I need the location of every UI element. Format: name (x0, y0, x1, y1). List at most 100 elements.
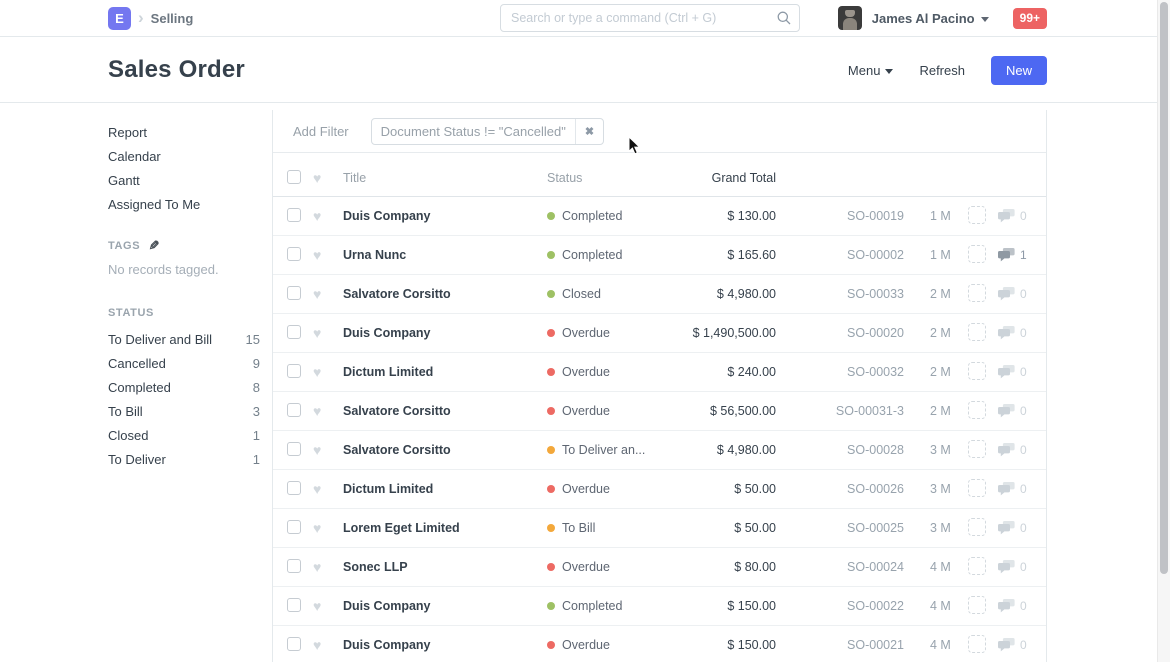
table-row[interactable]: ♥ Salvatore Corsitto Overdue $ 56,500.00… (273, 392, 1046, 431)
heart-icon[interactable]: ♥ (313, 325, 321, 341)
row-title[interactable]: Duis Company (343, 209, 547, 223)
comment-indicator[interactable]: 0 (998, 638, 1048, 652)
comment-indicator[interactable]: 0 (998, 560, 1048, 574)
sidebar-status-item[interactable]: To Deliver 1 (108, 447, 260, 471)
row-title[interactable]: Urna Nunc (343, 248, 547, 262)
app-logo[interactable]: E (108, 7, 131, 30)
assign-placeholder[interactable] (968, 362, 986, 380)
sidebar-status-item[interactable]: Closed 1 (108, 423, 260, 447)
table-row[interactable]: ♥ Duis Company Overdue $ 150.00 SO-00021… (273, 626, 1046, 662)
new-button[interactable]: New (991, 56, 1047, 85)
table-row[interactable]: ♥ Dictum Limited Overdue $ 240.00 SO-000… (273, 353, 1046, 392)
assign-placeholder[interactable] (968, 596, 986, 614)
row-checkbox[interactable] (287, 364, 301, 378)
edit-tags-icon[interactable]: ✎ (148, 238, 160, 254)
page-scrollbar[interactable] (1157, 0, 1170, 662)
comment-indicator[interactable]: 1 (998, 248, 1048, 262)
sidebar-view-item[interactable]: Calendar (108, 144, 260, 168)
row-title[interactable]: Duis Company (343, 599, 547, 613)
assign-placeholder[interactable] (968, 440, 986, 458)
heart-icon[interactable]: ♥ (313, 208, 321, 224)
refresh-button[interactable]: Refresh (919, 63, 965, 78)
row-title[interactable]: Lorem Eget Limited (343, 521, 547, 535)
row-checkbox[interactable] (287, 208, 301, 222)
row-id[interactable]: SO-00032 (776, 365, 904, 379)
sidebar-status-item[interactable]: To Bill 3 (108, 399, 260, 423)
sidebar-view-item[interactable]: Report (108, 120, 260, 144)
comment-indicator[interactable]: 0 (998, 326, 1048, 340)
heart-icon[interactable]: ♥ (313, 286, 321, 302)
remove-filter-icon[interactable]: ✖ (575, 119, 603, 144)
comment-indicator[interactable]: 0 (998, 404, 1048, 418)
row-id[interactable]: SO-00022 (776, 599, 904, 613)
add-filter-button[interactable]: Add Filter (293, 124, 349, 139)
row-title[interactable]: Sonec LLP (343, 560, 547, 574)
assign-placeholder[interactable] (968, 323, 986, 341)
menu-button[interactable]: Menu (848, 63, 894, 78)
heart-icon[interactable]: ♥ (313, 364, 321, 380)
heart-icon[interactable]: ♥ (313, 559, 321, 575)
row-id[interactable]: SO-00002 (776, 248, 904, 262)
table-row[interactable]: ♥ Sonec LLP Overdue $ 80.00 SO-00024 4 M… (273, 548, 1046, 587)
row-title[interactable]: Salvatore Corsitto (343, 404, 547, 418)
heart-icon[interactable]: ♥ (313, 520, 321, 536)
sidebar-status-item[interactable]: Completed 8 (108, 375, 260, 399)
sidebar-view-item[interactable]: Assigned To Me (108, 192, 260, 216)
comment-indicator[interactable]: 0 (998, 521, 1048, 535)
user-avatar[interactable] (838, 6, 862, 30)
table-row[interactable]: ♥ Salvatore Corsitto To Deliver an... $ … (273, 431, 1046, 470)
row-title[interactable]: Duis Company (343, 326, 547, 340)
assign-placeholder[interactable] (968, 557, 986, 575)
row-id[interactable]: SO-00024 (776, 560, 904, 574)
row-checkbox[interactable] (287, 442, 301, 456)
row-title[interactable]: Dictum Limited (343, 365, 547, 379)
row-checkbox[interactable] (287, 481, 301, 495)
assign-placeholder[interactable] (968, 518, 986, 536)
row-checkbox[interactable] (287, 403, 301, 417)
breadcrumb[interactable]: Selling (151, 11, 194, 26)
row-id[interactable]: SO-00033 (776, 287, 904, 301)
sidebar-view-item[interactable]: Gantt (108, 168, 260, 192)
heart-icon[interactable]: ♥ (313, 442, 321, 458)
table-row[interactable]: ♥ Duis Company Completed $ 130.00 SO-000… (273, 197, 1046, 236)
assign-placeholder[interactable] (968, 284, 986, 302)
comment-indicator[interactable]: 0 (998, 209, 1048, 223)
row-checkbox[interactable] (287, 559, 301, 573)
row-checkbox[interactable] (287, 637, 301, 651)
row-checkbox[interactable] (287, 286, 301, 300)
user-menu[interactable]: James Al Pacino (872, 11, 989, 26)
row-id[interactable]: SO-00019 (776, 209, 904, 223)
row-checkbox[interactable] (287, 325, 301, 339)
scrollbar-thumb[interactable] (1160, 2, 1168, 574)
row-title[interactable]: Salvatore Corsitto (343, 443, 547, 457)
sidebar-status-item[interactable]: Cancelled 9 (108, 351, 260, 375)
sidebar-status-item[interactable]: To Deliver and Bill 15 (108, 327, 260, 351)
assign-placeholder[interactable] (968, 206, 986, 224)
comment-indicator[interactable]: 0 (998, 599, 1048, 613)
assign-placeholder[interactable] (968, 479, 986, 497)
row-id[interactable]: SO-00021 (776, 638, 904, 652)
table-row[interactable]: ♥ Duis Company Overdue $ 1,490,500.00 SO… (273, 314, 1046, 353)
table-row[interactable]: ♥ Urna Nunc Completed $ 165.60 SO-00002 … (273, 236, 1046, 275)
row-id[interactable]: SO-00025 (776, 521, 904, 535)
table-row[interactable]: ♥ Dictum Limited Overdue $ 50.00 SO-0002… (273, 470, 1046, 509)
comment-indicator[interactable]: 0 (998, 287, 1048, 301)
assign-placeholder[interactable] (968, 245, 986, 263)
select-all-checkbox[interactable] (287, 170, 301, 184)
row-title[interactable]: Dictum Limited (343, 482, 547, 496)
table-row[interactable]: ♥ Salvatore Corsitto Closed $ 4,980.00 S… (273, 275, 1046, 314)
heart-icon[interactable]: ♥ (313, 247, 321, 263)
row-checkbox[interactable] (287, 520, 301, 534)
comment-indicator[interactable]: 0 (998, 482, 1048, 496)
row-title[interactable]: Duis Company (343, 638, 547, 652)
comment-indicator[interactable]: 0 (998, 443, 1048, 457)
row-id[interactable]: SO-00031-3 (776, 404, 904, 418)
heart-icon[interactable]: ♥ (313, 598, 321, 614)
row-id[interactable]: SO-00020 (776, 326, 904, 340)
heart-icon[interactable]: ♥ (313, 481, 321, 497)
liked-filter-icon[interactable]: ♥ (313, 170, 321, 186)
filter-chip-label[interactable]: Document Status != "Cancelled" (372, 119, 575, 144)
table-row[interactable]: ♥ Lorem Eget Limited To Bill $ 50.00 SO-… (273, 509, 1046, 548)
row-title[interactable]: Salvatore Corsitto (343, 287, 547, 301)
search-input[interactable] (500, 4, 800, 32)
